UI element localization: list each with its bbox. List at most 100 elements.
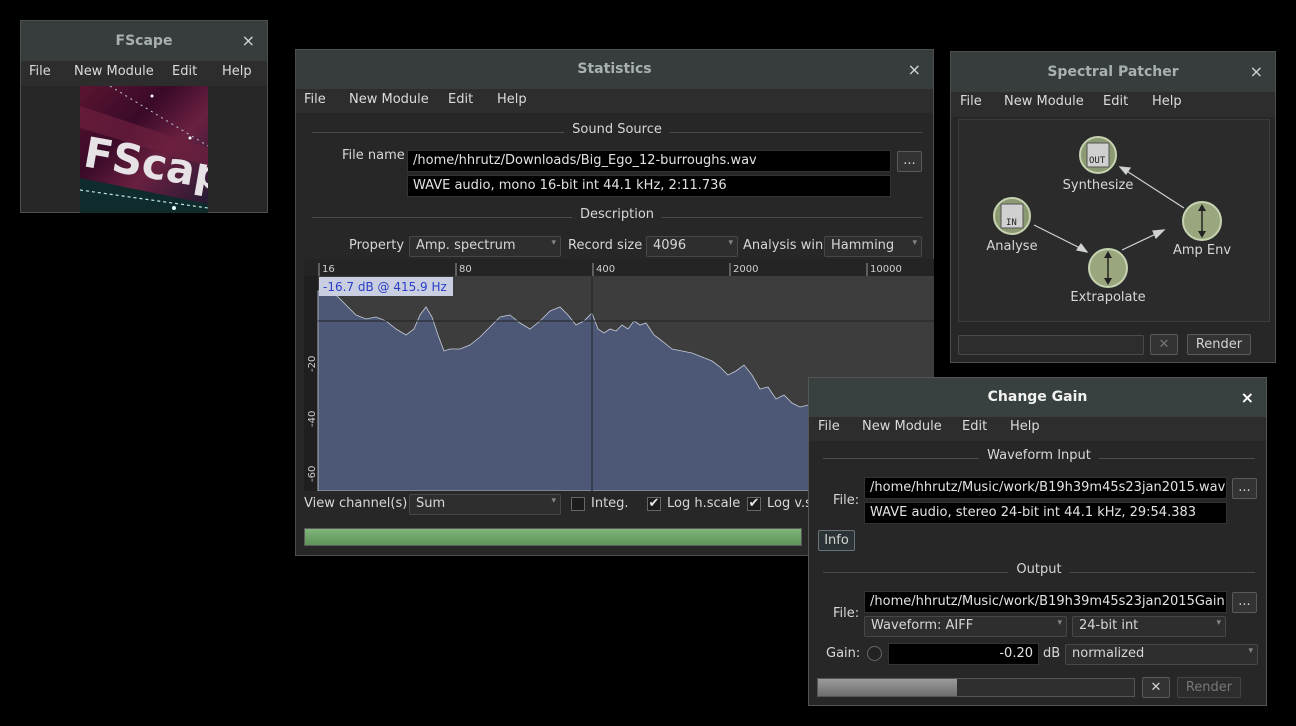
y-tick-20: -20 — [307, 356, 318, 372]
node-label: Extrapolate — [1070, 290, 1145, 305]
output-section: Output — [823, 562, 1255, 582]
output-format-select[interactable]: Waveform: AIFF ▾ — [864, 616, 1067, 637]
section-title: Sound Source — [564, 122, 670, 137]
record-size-value: 4096 — [653, 238, 687, 253]
file-path-field[interactable]: /home/hhrutz/Downloads/Big_Ego_12-burrou… — [407, 150, 891, 172]
x-tick-80: 80 — [459, 264, 472, 275]
synthesize-node[interactable]: OUT Synthesize — [1063, 136, 1134, 193]
node-label: Synthesize — [1063, 178, 1134, 193]
x-tick-2000: 2000 — [733, 264, 758, 275]
log-vscale-label: Log v.s — [767, 496, 812, 511]
node-label: Analyse — [986, 239, 1037, 254]
change-gain-menubar: File New Module Edit Help — [809, 417, 1266, 441]
menu-file[interactable]: File — [960, 94, 982, 109]
chevron-down-icon: ▾ — [728, 238, 733, 248]
property-select[interactable]: Amp. spectrum ▾ — [409, 236, 561, 257]
window-title: FScape — [115, 33, 173, 49]
gain-mode-select[interactable]: normalized ▾ — [1065, 644, 1258, 665]
output-file-path-field[interactable]: /home/hhrutz/Music/work/B19h39m45s23jan2… — [864, 591, 1227, 613]
menu-new-module[interactable]: New Module — [349, 92, 429, 107]
close-icon[interactable]: × — [908, 50, 921, 89]
fscape-titlebar[interactable]: FScape × — [21, 21, 267, 61]
log-hscale-checkbox[interactable]: ✔ — [647, 497, 661, 511]
close-icon[interactable]: × — [242, 21, 255, 61]
patcher-render-button[interactable]: Render — [1187, 334, 1251, 355]
change-gain-progress-bar — [817, 678, 1135, 697]
node-tag: IN — [1006, 218, 1017, 228]
property-value: Amp. spectrum — [416, 238, 516, 253]
readout-text: -16.7 dB @ 415.9 Hz — [323, 280, 447, 294]
view-channels-value: Sum — [416, 496, 446, 511]
fscape-menubar: File New Module Edit Help — [21, 61, 267, 86]
analysis-win-value: Hamming — [831, 238, 895, 253]
section-title: Output — [1008, 562, 1070, 577]
spectral-patcher-titlebar[interactable]: Spectral Patcher × — [951, 52, 1275, 92]
gain-knob-icon[interactable] — [867, 646, 882, 661]
statistics-progress-bar — [304, 528, 802, 546]
menu-new-module[interactable]: New Module — [862, 419, 942, 434]
menu-edit[interactable]: Edit — [962, 419, 987, 434]
extrapolate-node[interactable]: Extrapolate — [1070, 248, 1146, 305]
close-icon[interactable]: × — [1250, 52, 1263, 92]
patch-canvas[interactable]: OUT Synthesize IN Analyse Amp Env Extrap… — [958, 119, 1270, 322]
menu-file[interactable]: File — [304, 92, 326, 107]
description-section: Description — [312, 207, 922, 227]
patch-svg: OUT Synthesize IN Analyse Amp Env Extrap… — [986, 136, 1231, 305]
gain-label: Gain: — [826, 646, 861, 661]
integ-label: Integ. — [591, 496, 629, 511]
menu-new-module[interactable]: New Module — [1004, 94, 1084, 109]
progress-fill — [818, 679, 958, 696]
change-gain-cancel-button[interactable]: ✕ — [1142, 677, 1170, 698]
gain-value-field[interactable]: -0.20 — [888, 643, 1039, 665]
patcher-progress-bar — [958, 335, 1144, 355]
menu-help[interactable]: Help — [1152, 94, 1182, 109]
output-resolution-select[interactable]: 24-bit int ▾ — [1072, 616, 1226, 637]
fscape-window: FScape × File New Module Edit Help FScap… — [20, 20, 268, 213]
patcher-cancel-button[interactable]: ✕ — [1150, 334, 1178, 355]
menu-edit[interactable]: Edit — [1103, 94, 1128, 109]
output-file-label: File: — [833, 606, 860, 621]
section-title: Waveform Input — [979, 448, 1099, 463]
menu-help[interactable]: Help — [497, 92, 527, 107]
y-tick-40: -40 — [307, 411, 318, 427]
info-button[interactable]: Info — [818, 530, 855, 551]
menu-file[interactable]: File — [818, 419, 840, 434]
output-format-value: Waveform: AIFF — [871, 618, 974, 633]
menu-file[interactable]: File — [29, 64, 51, 79]
file-info-field: WAVE audio, mono 16-bit int 44.1 kHz, 2:… — [407, 175, 891, 197]
progress-fill — [305, 529, 801, 545]
close-icon[interactable]: × — [1241, 378, 1254, 417]
amp-env-node[interactable]: Amp Env — [1173, 201, 1231, 258]
output-browse-button[interactable]: ... — [1232, 592, 1257, 613]
x-tick-16: 16 — [322, 264, 335, 275]
statistics-titlebar[interactable]: Statistics × — [296, 50, 933, 89]
view-channels-select[interactable]: Sum ▾ — [409, 494, 561, 515]
menu-help[interactable]: Help — [222, 64, 252, 79]
chevron-down-icon: ▾ — [1057, 618, 1062, 628]
analyse-node[interactable]: IN Analyse — [986, 197, 1038, 254]
input-file-info-field: WAVE audio, stereo 24-bit int 44.1 kHz, … — [864, 502, 1227, 524]
menu-edit[interactable]: Edit — [172, 64, 197, 79]
change-gain-titlebar[interactable]: Change Gain × — [809, 378, 1266, 417]
input-file-path-field[interactable]: /home/hhrutz/Music/work/B19h39m45s23jan2… — [864, 477, 1227, 499]
analysis-win-select[interactable]: Hamming ▾ — [824, 236, 922, 257]
input-browse-button[interactable]: ... — [1232, 478, 1257, 499]
file-name-label: File name — [342, 148, 405, 163]
y-ruler — [304, 276, 318, 491]
window-title: Spectral Patcher — [1047, 64, 1179, 80]
integ-checkbox[interactable] — [571, 497, 585, 511]
record-size-select[interactable]: 4096 ▾ — [646, 236, 738, 257]
record-size-label: Record size — [568, 238, 643, 253]
menu-edit[interactable]: Edit — [448, 92, 473, 107]
chevron-down-icon: ▾ — [1248, 646, 1253, 656]
waveform-input-section: Waveform Input — [823, 448, 1255, 468]
browse-button[interactable]: ... — [897, 151, 922, 172]
log-vscale-checkbox[interactable]: ✔ — [747, 497, 761, 511]
fscape-logo: FScape — [80, 86, 208, 213]
chevron-down-icon: ▾ — [912, 238, 917, 248]
input-file-label: File: — [833, 493, 860, 508]
chevron-down-icon: ▾ — [1216, 618, 1221, 628]
change-gain-render-button[interactable]: Render — [1177, 677, 1241, 698]
menu-help[interactable]: Help — [1010, 419, 1040, 434]
menu-new-module[interactable]: New Module — [74, 64, 154, 79]
